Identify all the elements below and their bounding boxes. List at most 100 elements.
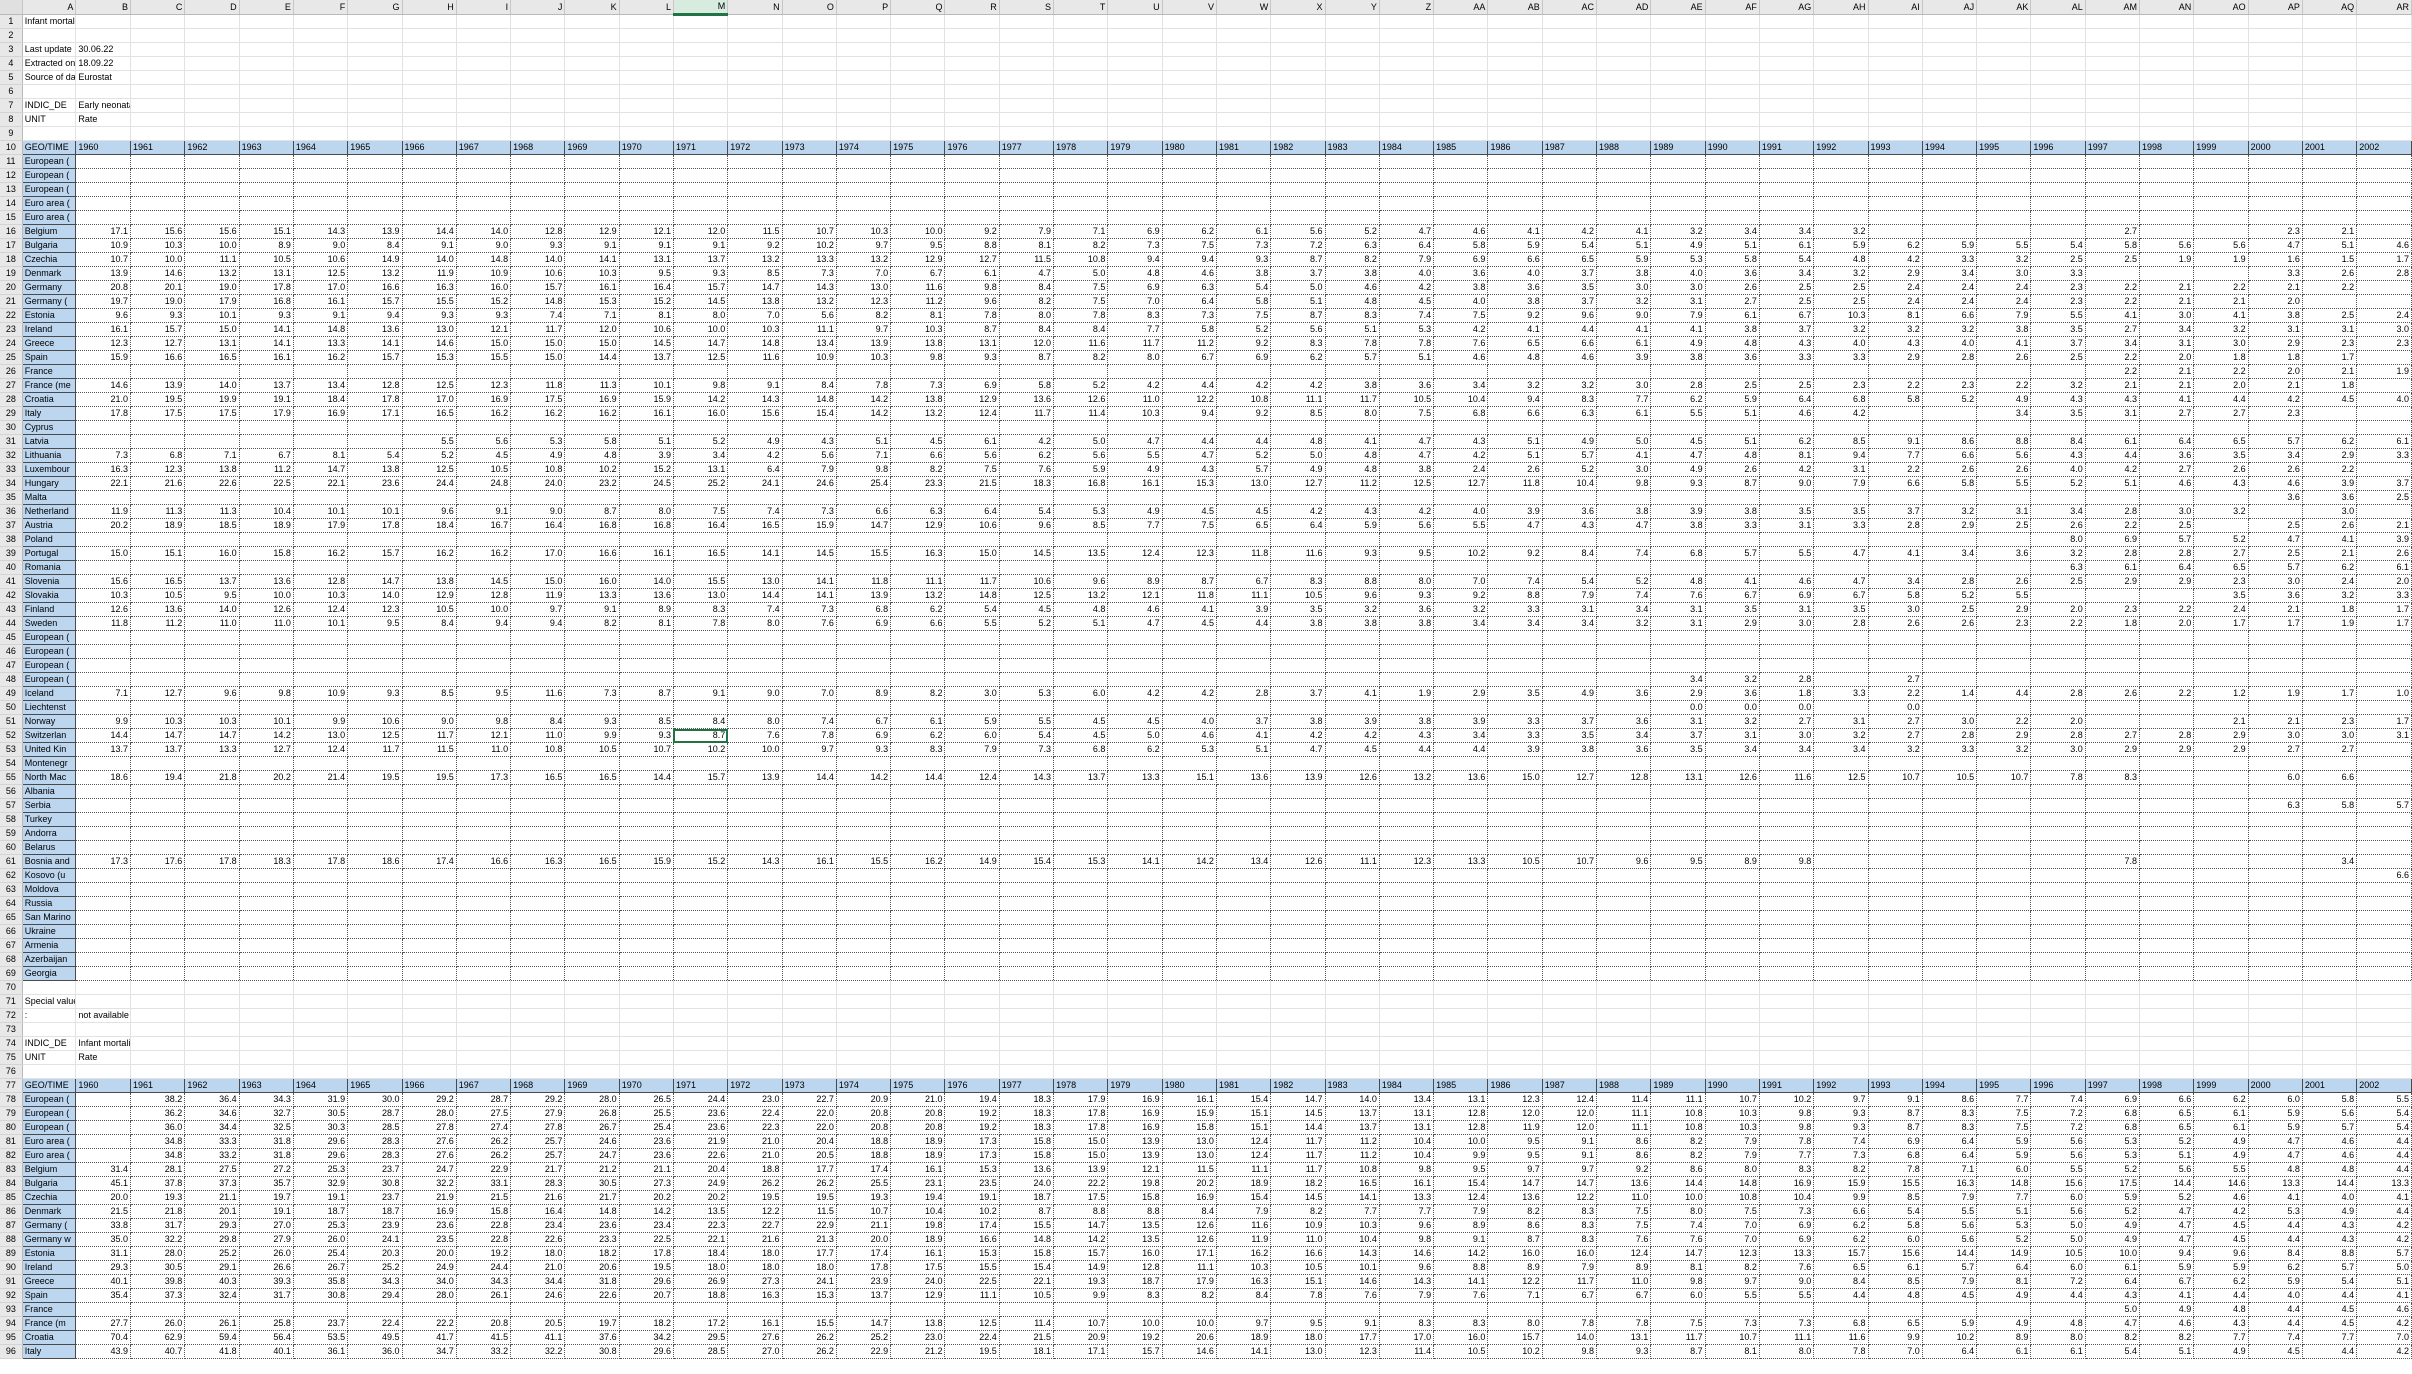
cell[interactable]: 5.9 (944, 714, 1000, 729)
cell[interactable] (2356, 658, 2412, 673)
cell[interactable]: Belarus (21, 840, 77, 855)
cell[interactable]: 16.4 (510, 518, 566, 533)
cell[interactable] (1976, 756, 2032, 771)
cell[interactable] (456, 924, 512, 939)
cell[interactable] (130, 812, 186, 827)
cell[interactable]: 1976 (944, 140, 1000, 155)
cell[interactable] (1325, 1008, 1380, 1023)
cell[interactable] (727, 98, 783, 113)
cell[interactable]: 8.1 (619, 308, 674, 323)
cell[interactable]: Italy (21, 406, 77, 421)
cell[interactable] (619, 28, 674, 43)
cell[interactable] (1596, 70, 1652, 85)
row-number[interactable]: 22 (0, 308, 23, 323)
cell[interactable]: 11.8 (836, 574, 892, 589)
cell[interactable] (564, 1302, 620, 1317)
cell[interactable]: 12.4 (1107, 546, 1163, 561)
cell[interactable]: 5.2 (1976, 1232, 2032, 1247)
cell[interactable] (1650, 1050, 1706, 1065)
cell[interactable]: 14.6 (402, 336, 457, 351)
cell[interactable]: 6.4 (2139, 434, 2195, 449)
cell[interactable]: 29.6 (293, 1148, 349, 1163)
cell[interactable]: 13.7 (239, 378, 294, 393)
cell[interactable] (1650, 1036, 1706, 1051)
cell[interactable] (2030, 644, 2086, 659)
cell[interactable]: 4.4 (1976, 686, 2032, 701)
cell[interactable] (1162, 560, 1217, 575)
row-number[interactable]: 17 (0, 238, 23, 253)
cell[interactable]: 12.2 (1542, 1190, 1598, 1205)
cell[interactable] (184, 14, 240, 29)
cell[interactable] (1868, 490, 1923, 505)
cell[interactable] (564, 812, 620, 827)
cell[interactable]: : (22, 1008, 77, 1023)
cell[interactable]: 9.8 (1759, 1120, 1815, 1135)
cell[interactable] (1542, 28, 1598, 43)
cell[interactable] (130, 966, 186, 981)
cell[interactable]: 2.7 (2193, 546, 2249, 561)
cell[interactable] (1650, 980, 1706, 995)
cell[interactable]: 4.2 (727, 448, 783, 463)
column-header[interactable]: N (727, 0, 783, 15)
cell[interactable] (2085, 84, 2141, 99)
cell[interactable] (1542, 70, 1598, 85)
cell[interactable] (1487, 896, 1543, 911)
cell[interactable] (1705, 84, 1760, 99)
cell[interactable] (1596, 28, 1652, 43)
cell[interactable] (1270, 1022, 1326, 1037)
cell[interactable]: 26.0 (130, 1316, 186, 1331)
cell[interactable] (890, 1302, 946, 1317)
cell[interactable] (1868, 952, 1923, 967)
cell[interactable]: Iceland (21, 686, 77, 701)
cell[interactable] (944, 840, 1000, 855)
cell[interactable]: 3.0 (2302, 504, 2358, 519)
cell[interactable]: 6.6 (2302, 770, 2358, 785)
cell[interactable]: 4.4 (2085, 448, 2141, 463)
cell[interactable]: 13.0 (727, 574, 783, 589)
cell[interactable] (1596, 1008, 1652, 1023)
cell[interactable]: 13.0 (1270, 1344, 1326, 1359)
cell[interactable]: 15.6 (1868, 1246, 1923, 1261)
cell[interactable] (1216, 98, 1272, 113)
cell[interactable]: 29.6 (619, 1344, 674, 1359)
cell[interactable]: 15.7 (347, 294, 403, 309)
cell[interactable] (1487, 644, 1543, 659)
cell[interactable]: 8.2 (890, 686, 946, 701)
cell[interactable]: 13.0 (1162, 1134, 1217, 1149)
cell[interactable]: 7.8 (2085, 854, 2141, 869)
cell[interactable]: 14.8 (1705, 1176, 1760, 1191)
cell[interactable]: 3.4 (2302, 854, 2358, 869)
cell[interactable] (999, 364, 1055, 379)
cell[interactable]: 3.4 (1705, 742, 1760, 757)
cell[interactable]: Luxembour (21, 462, 77, 477)
cell[interactable] (1976, 868, 2032, 883)
cell[interactable] (130, 434, 186, 449)
cell[interactable]: 4.0 (2356, 392, 2412, 407)
cell[interactable]: 23.6 (347, 476, 403, 491)
cell[interactable]: 28.0 (130, 1246, 186, 1261)
cell[interactable]: 3.3 (1487, 602, 1543, 617)
cell[interactable]: 53.5 (293, 1330, 349, 1345)
cell[interactable] (1053, 784, 1109, 799)
cell[interactable] (2193, 924, 2249, 939)
cell[interactable]: 11.5 (402, 742, 457, 757)
cell[interactable]: 11.6 (1270, 546, 1326, 561)
cell[interactable] (1216, 84, 1272, 99)
cell[interactable] (239, 952, 294, 967)
column-header[interactable]: L (619, 0, 674, 15)
cell[interactable]: 17.9 (184, 294, 240, 309)
cell[interactable]: 8.0 (1487, 1316, 1543, 1331)
cell[interactable] (130, 28, 186, 43)
cell[interactable]: 5.2 (999, 616, 1055, 631)
column-header[interactable]: AG (1759, 0, 1815, 15)
cell[interactable]: 5.1 (1596, 238, 1652, 253)
cell[interactable]: 7.6 (1433, 336, 1489, 351)
cell[interactable] (293, 98, 349, 113)
cell[interactable]: 1962 (184, 140, 240, 155)
cell[interactable]: 10.3 (890, 322, 946, 337)
cell[interactable] (1705, 756, 1760, 771)
cell[interactable]: 8.0 (2030, 1330, 2086, 1345)
cell[interactable] (2248, 840, 2303, 855)
cell[interactable] (1379, 924, 1435, 939)
cell[interactable]: 13.6 (1216, 770, 1272, 785)
